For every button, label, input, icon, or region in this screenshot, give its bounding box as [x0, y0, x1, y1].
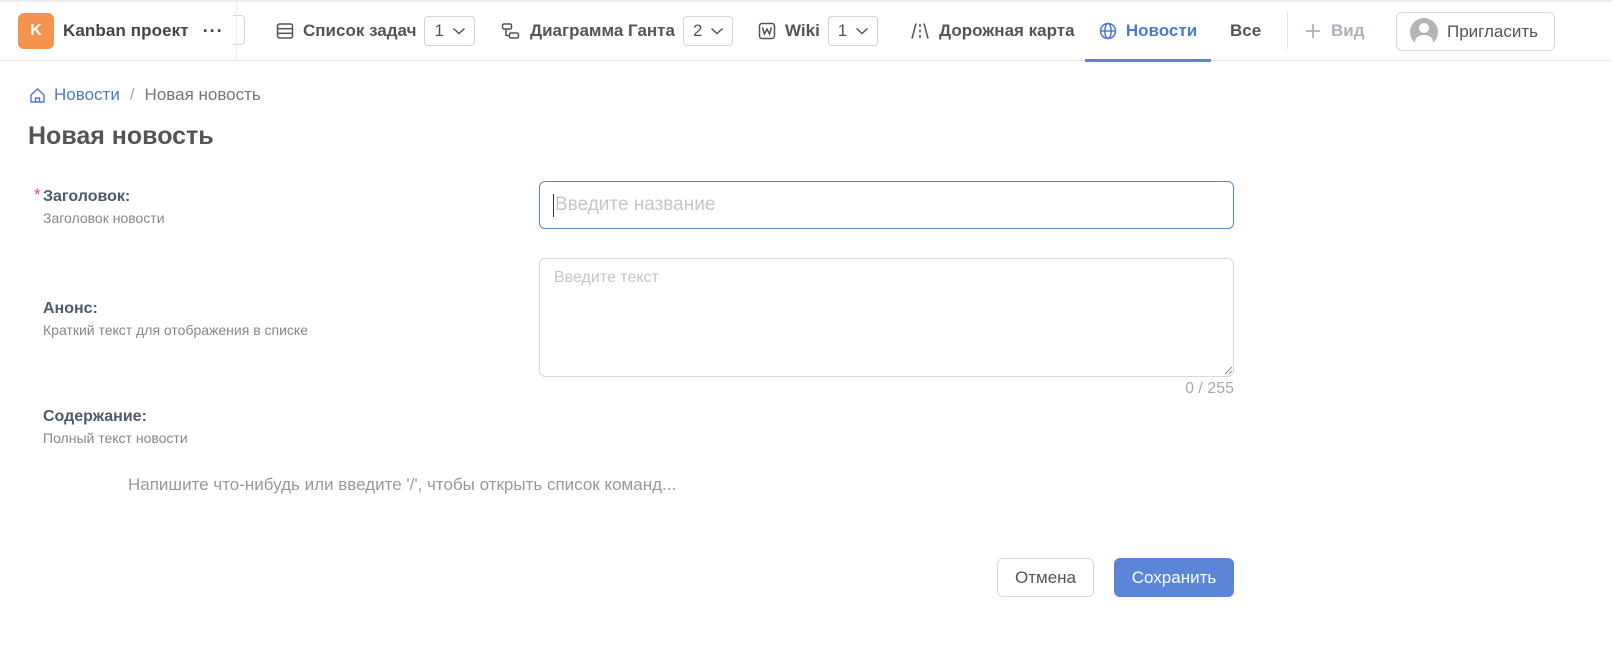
breadcrumb-current: Новая новость — [144, 85, 261, 104]
tab-label: Список задач — [303, 20, 417, 40]
title-field-label: Заголовок: Заголовок новости — [43, 188, 165, 226]
page-title: Новая новость — [28, 122, 214, 150]
project-header[interactable]: K Kanban проект ··· — [18, 13, 224, 49]
chevron-down-icon — [711, 27, 724, 35]
tab-label: Все — [1230, 20, 1262, 40]
breadcrumb-home-label[interactable]: Новости — [54, 85, 120, 105]
more-icon[interactable]: ··· — [203, 21, 224, 42]
wiki-icon — [758, 22, 776, 39]
tab-news[interactable]: Новости — [1085, 0, 1211, 62]
content-field-label: Содержание: Полный текст новости — [43, 408, 188, 446]
panel-divider — [236, 2, 237, 60]
project-name[interactable]: Kanban проект — [63, 21, 189, 41]
project-avatar[interactable]: K — [18, 13, 54, 49]
tab-all[interactable]: Все — [1230, 0, 1261, 61]
cancel-button[interactable]: Отмена — [997, 558, 1094, 597]
invite-label: Пригласить — [1447, 21, 1539, 41]
gantt-icon — [501, 22, 520, 39]
title-input[interactable] — [539, 181, 1234, 229]
field-hint: Полный текст новости — [43, 430, 188, 446]
home-icon — [30, 87, 45, 103]
tab-task-list[interactable]: Список задач 1 — [276, 0, 475, 61]
tab-wiki[interactable]: Wiki 1 — [758, 0, 879, 61]
list-icon — [276, 22, 294, 39]
plus-icon — [1306, 23, 1320, 38]
top-navigation-bar: K Kanban проект ··· Список задач 1 Диагр… — [0, 0, 1612, 62]
view-count: 2 — [692, 20, 703, 40]
breadcrumb-home-link[interactable]: Новости — [29, 85, 120, 105]
view-count: 1 — [837, 20, 848, 40]
breadcrumb: Новости / Новая новость — [29, 85, 261, 105]
tab-label: Дорожная карта — [939, 20, 1075, 40]
breadcrumb-separator: / — [129, 85, 135, 104]
tab-gantt[interactable]: Диаграмма Ганта 2 — [501, 0, 734, 61]
view-count-dropdown[interactable]: 1 — [424, 15, 475, 46]
field-label: Заголовок: — [43, 188, 131, 205]
view-count-dropdown[interactable]: 1 — [827, 15, 879, 46]
field-hint: Краткий текст для отображения в списке — [43, 322, 309, 338]
field-label: Содержание: — [43, 408, 147, 425]
road-icon — [911, 22, 929, 39]
tab-label: Диаграмма Ганта — [530, 20, 675, 40]
text-caret — [553, 194, 554, 217]
resize-handle-icon[interactable] — [1223, 365, 1233, 375]
content-editor[interactable]: Напишите что-нибудь или введите '/', что… — [128, 475, 676, 495]
field-hint: Заголовок новости — [43, 210, 165, 226]
invite-button[interactable]: Пригласить — [1396, 12, 1555, 51]
field-label: Анонс: — [43, 300, 98, 317]
add-view-label: Вид — [1331, 20, 1365, 40]
tab-roadmap[interactable]: Дорожная карта — [910, 0, 1075, 61]
chevron-down-icon — [856, 27, 869, 35]
character-counter: 0 / 255 — [1185, 380, 1234, 397]
user-avatar-icon — [1410, 17, 1438, 46]
anons-textarea[interactable] — [539, 258, 1234, 377]
toolbar-divider — [1287, 12, 1288, 49]
anons-field-label: Анонс: Краткий текст для отображения в с… — [43, 300, 308, 338]
tab-label: Wiki — [785, 20, 820, 40]
required-mark: * — [34, 185, 41, 204]
tab-label: Новости — [1125, 20, 1198, 40]
globe-icon — [1099, 22, 1117, 39]
view-count-dropdown[interactable]: 2 — [682, 15, 734, 46]
chevron-down-icon — [452, 27, 465, 35]
save-button[interactable]: Сохранить — [1114, 558, 1234, 597]
add-view-button[interactable]: Вид — [1305, 0, 1365, 61]
view-count: 1 — [434, 20, 444, 40]
collapsed-panel-edge — [233, 15, 245, 45]
